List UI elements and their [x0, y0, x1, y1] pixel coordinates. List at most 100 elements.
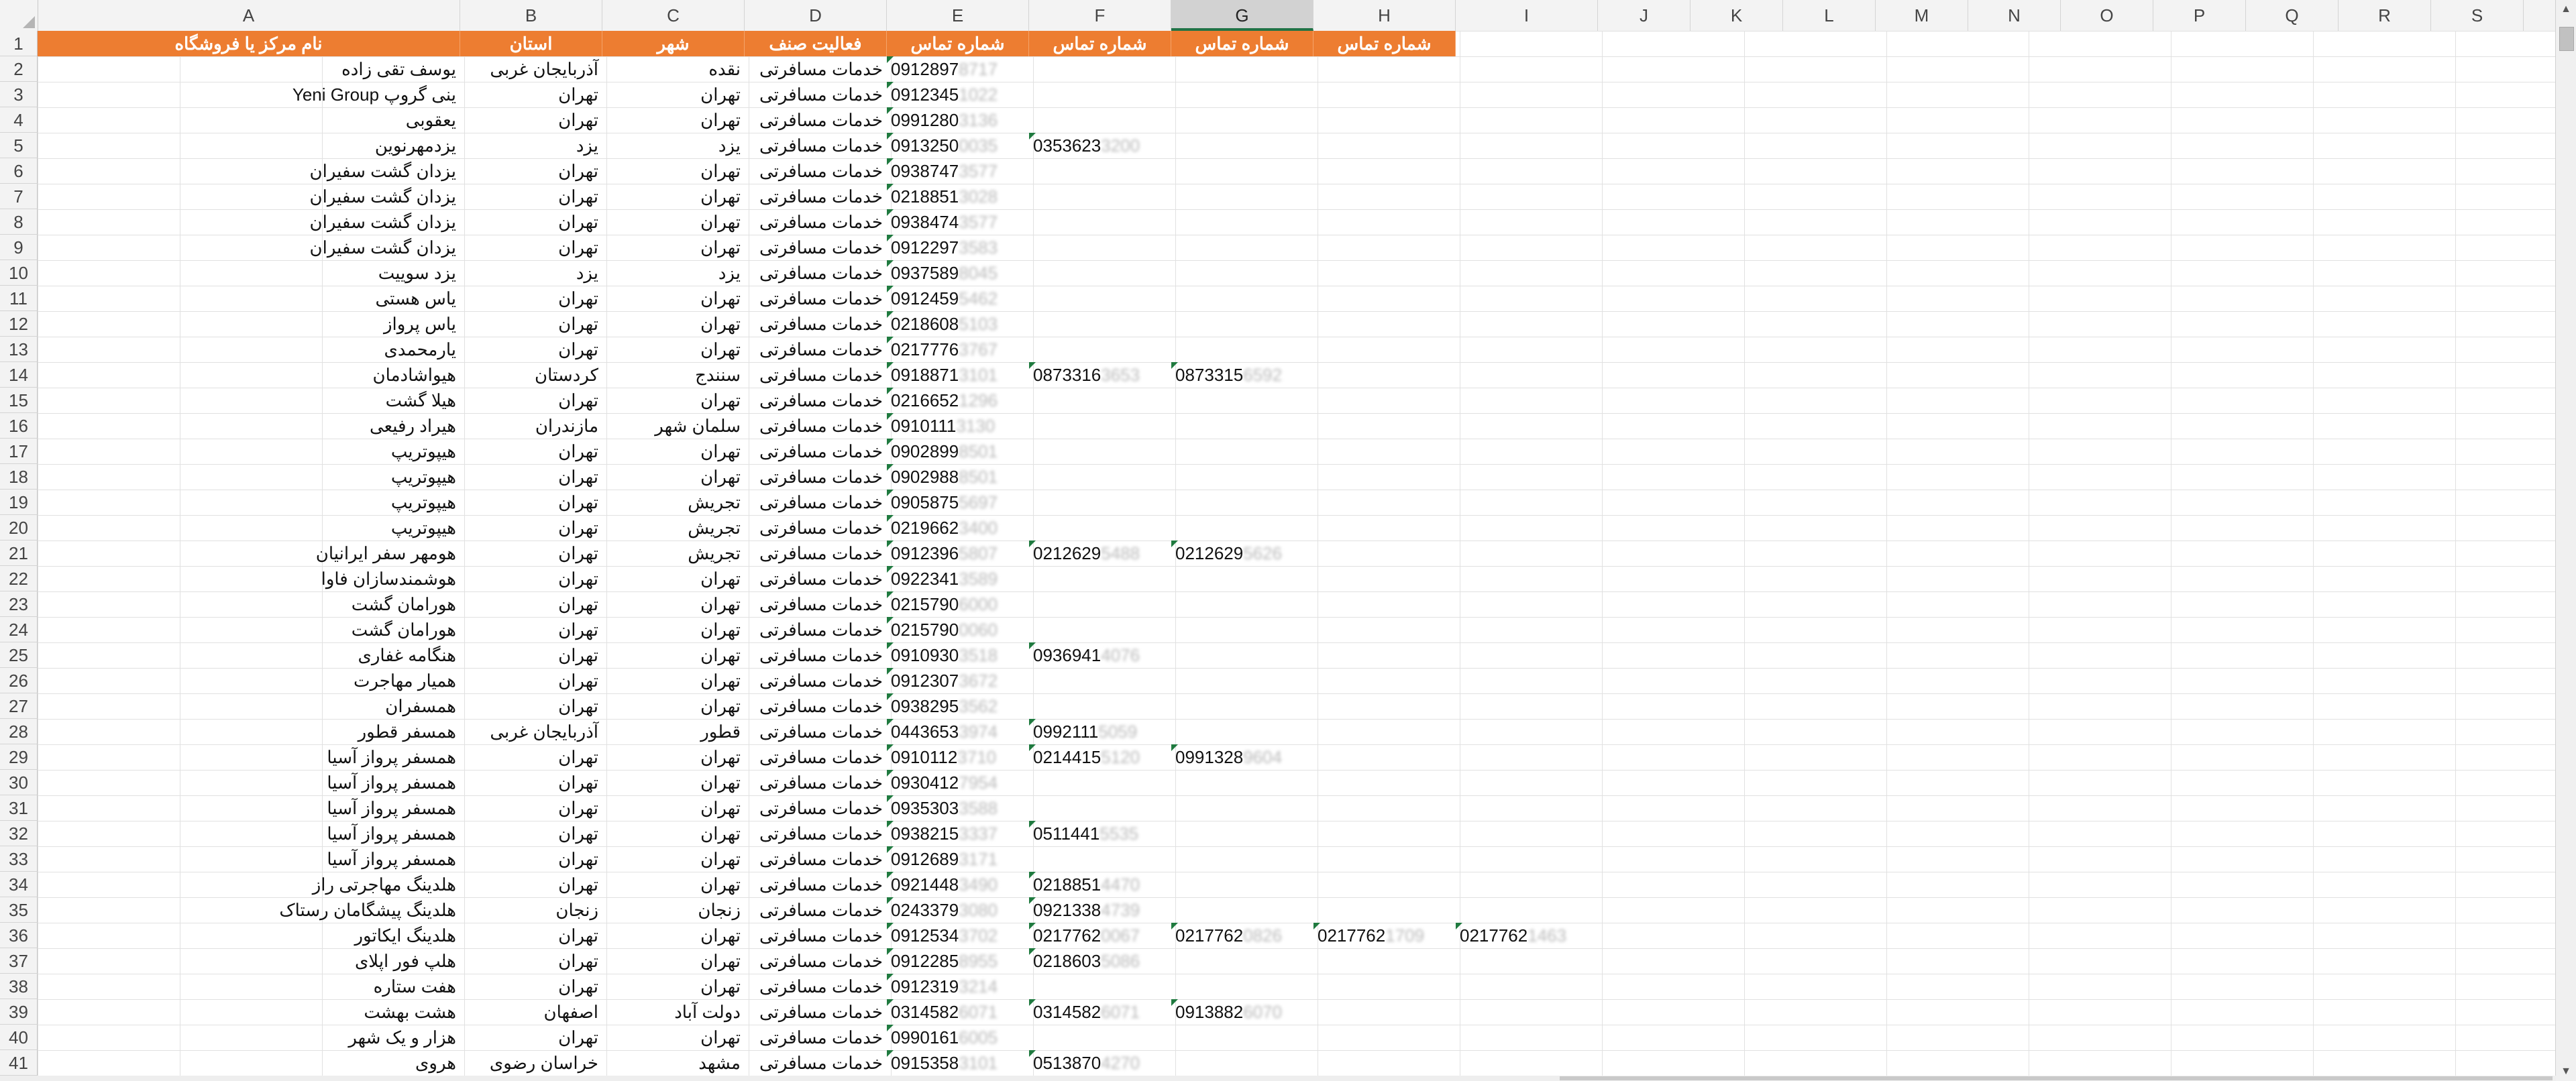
phone-cell[interactable]: 09123965807: [887, 540, 1029, 566]
row-header[interactable]: 35: [0, 897, 38, 923]
vertical-scrollbar[interactable]: ▲ ▼: [2555, 0, 2576, 1081]
phone-cell[interactable]: 02188513028: [887, 184, 1029, 209]
name-cell[interactable]: هنگامه غفاری: [38, 642, 460, 668]
header-cell-h[interactable]: شماره تماس: [1313, 31, 1456, 56]
row-header[interactable]: 32: [0, 821, 38, 846]
name-cell[interactable]: هوشمندسازان فاوا: [38, 566, 460, 591]
phone-cell[interactable]: 09126893171: [887, 846, 1029, 872]
row-header[interactable]: 7: [0, 184, 38, 209]
city-cell[interactable]: تهران: [602, 158, 745, 184]
activity-cell[interactable]: خدمات مسافرتی: [745, 668, 887, 693]
activity-cell[interactable]: خدمات مسافرتی: [745, 464, 887, 490]
province-cell[interactable]: تهران: [460, 388, 602, 413]
province-cell[interactable]: تهران: [460, 158, 602, 184]
activity-cell[interactable]: خدمات مسافرتی: [745, 515, 887, 540]
name-cell[interactable]: هومهر سفر ایرانیان: [38, 540, 460, 566]
phone-cell[interactable]: 09912803136: [887, 107, 1029, 133]
name-cell[interactable]: هلدینگ مهاجرتی راز: [38, 872, 460, 897]
activity-cell[interactable]: خدمات مسافرتی: [745, 286, 887, 311]
row-header[interactable]: 8: [0, 209, 38, 235]
name-cell[interactable]: هفت ستاره: [38, 974, 460, 999]
activity-cell[interactable]: خدمات مسافرتی: [745, 897, 887, 923]
row-header[interactable]: 23: [0, 591, 38, 617]
province-cell[interactable]: تهران: [460, 439, 602, 464]
activity-cell[interactable]: خدمات مسافرتی: [745, 311, 887, 337]
city-cell[interactable]: تهران: [602, 82, 745, 107]
phone-cell[interactable]: 09128978717: [887, 56, 1029, 82]
phone-cell[interactable]: 02126295488: [1029, 540, 1171, 566]
phone-cell[interactable]: 09387473577: [887, 158, 1029, 184]
phone-cell[interactable]: 09125343702: [887, 923, 1029, 948]
name-cell[interactable]: یزدان گشت سفیران: [38, 209, 460, 235]
activity-cell[interactable]: خدمات مسافرتی: [745, 107, 887, 133]
phone-cell[interactable]: 02157900060: [887, 617, 1029, 642]
header-cell-d[interactable]: فعالیت صنف: [745, 31, 887, 56]
phone-cell[interactable]: 09214483490: [887, 872, 1029, 897]
row-header[interactable]: 20: [0, 515, 38, 540]
row-header[interactable]: 30: [0, 770, 38, 795]
phone-cell[interactable]: 09122858955: [887, 948, 1029, 974]
row-header[interactable]: 13: [0, 337, 38, 362]
row-header[interactable]: 25: [0, 642, 38, 668]
name-cell[interactable]: یاس پرواز: [38, 311, 460, 337]
phone-cell[interactable]: 09382153337: [887, 821, 1029, 846]
city-cell[interactable]: تهران: [602, 668, 745, 693]
row-header[interactable]: 12: [0, 311, 38, 337]
city-cell[interactable]: تجریش: [602, 515, 745, 540]
column-header-n[interactable]: N: [1968, 0, 2061, 31]
activity-cell[interactable]: خدمات مسافرتی: [745, 362, 887, 388]
phone-cell[interactable]: 09101123710: [887, 744, 1029, 770]
activity-cell[interactable]: خدمات مسافرتی: [745, 260, 887, 286]
activity-cell[interactable]: خدمات مسافرتی: [745, 209, 887, 235]
province-cell[interactable]: تهران: [460, 642, 602, 668]
province-cell[interactable]: تهران: [460, 693, 602, 719]
column-header-s[interactable]: S: [2431, 0, 2524, 31]
province-cell[interactable]: آذربایجان غربی: [460, 719, 602, 744]
column-header-g[interactable]: G: [1171, 0, 1313, 31]
row-header[interactable]: 2: [0, 56, 38, 82]
activity-cell[interactable]: خدمات مسافرتی: [745, 184, 887, 209]
row-header[interactable]: 17: [0, 439, 38, 464]
activity-cell[interactable]: خدمات مسافرتی: [745, 337, 887, 362]
city-cell[interactable]: تهران: [602, 209, 745, 235]
header-cell-e[interactable]: شماره تماس: [887, 31, 1029, 56]
activity-cell[interactable]: خدمات مسافرتی: [745, 1025, 887, 1050]
activity-cell[interactable]: خدمات مسافرتی: [745, 388, 887, 413]
phone-cell[interactable]: 09913289604: [1171, 744, 1313, 770]
phone-cell[interactable]: 03536233200: [1029, 133, 1171, 158]
city-cell[interactable]: تجریش: [602, 540, 745, 566]
name-cell[interactable]: همسفر پرواز آسیا: [38, 770, 460, 795]
phone-cell[interactable]: 02144155120: [1029, 744, 1171, 770]
city-cell[interactable]: تهران: [602, 337, 745, 362]
name-cell[interactable]: همسفر پرواز آسیا: [38, 846, 460, 872]
column-header-o[interactable]: O: [2061, 0, 2153, 31]
city-cell[interactable]: تهران: [602, 642, 745, 668]
city-cell[interactable]: مشهد: [602, 1050, 745, 1076]
province-cell[interactable]: تهران: [460, 770, 602, 795]
phone-cell[interactable]: 08733163653: [1029, 362, 1171, 388]
name-cell[interactable]: هیلا گشت: [38, 388, 460, 413]
city-cell[interactable]: تهران: [602, 846, 745, 872]
phone-cell[interactable]: 09101113130: [887, 413, 1029, 439]
header-cell-g[interactable]: شماره تماس: [1171, 31, 1313, 56]
activity-cell[interactable]: خدمات مسافرتی: [745, 872, 887, 897]
city-cell[interactable]: تهران: [602, 770, 745, 795]
city-cell[interactable]: سلمان شهر: [602, 413, 745, 439]
name-cell[interactable]: ینی گروپ Yeni Group: [38, 82, 460, 107]
name-cell[interactable]: هیواشادمان: [38, 362, 460, 388]
column-header-r[interactable]: R: [2339, 0, 2431, 31]
activity-cell[interactable]: خدمات مسافرتی: [745, 591, 887, 617]
province-cell[interactable]: یزد: [460, 133, 602, 158]
city-cell[interactable]: تهران: [602, 235, 745, 260]
header-cell-f[interactable]: شماره تماس: [1029, 31, 1171, 56]
name-cell[interactable]: هیراد رفیعی: [38, 413, 460, 439]
row-header[interactable]: 15: [0, 388, 38, 413]
province-cell[interactable]: تهران: [460, 490, 602, 515]
column-header-a[interactable]: A: [38, 0, 460, 31]
column-header-l[interactable]: L: [1783, 0, 1876, 31]
name-cell[interactable]: یاس هستی: [38, 286, 460, 311]
name-cell[interactable]: هورامان گشت: [38, 591, 460, 617]
name-cell[interactable]: هیپوتریپ: [38, 439, 460, 464]
name-cell[interactable]: یزدان گشت سفیران: [38, 158, 460, 184]
activity-cell[interactable]: خدمات مسافرتی: [745, 795, 887, 821]
